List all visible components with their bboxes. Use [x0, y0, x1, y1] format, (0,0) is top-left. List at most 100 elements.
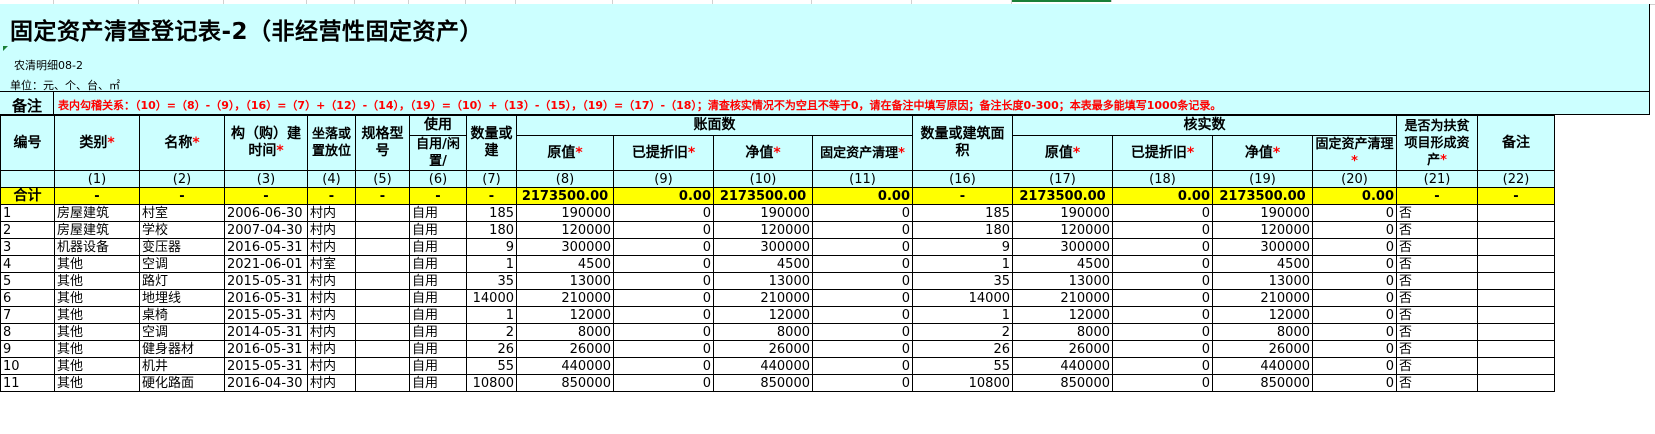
cell-remark[interactable] [1477, 204, 1555, 222]
cell-v-qty[interactable]: 185 [912, 204, 1013, 222]
cell-category[interactable]: 其他 [54, 272, 140, 290]
cell-location[interactable]: 村内 [307, 340, 356, 358]
cell-v-orig[interactable]: 13000 [1012, 272, 1113, 290]
cell-depr[interactable]: 0 [613, 289, 714, 307]
cell-location[interactable]: 村室 [307, 255, 356, 273]
cell-name[interactable]: 健身器材 [139, 340, 225, 358]
cell-id[interactable]: 8 [0, 323, 55, 341]
cell-category[interactable]: 其他 [54, 289, 140, 307]
cell-poverty[interactable]: 否 [1396, 357, 1478, 375]
cell-remark[interactable] [1477, 255, 1555, 273]
total-cell[interactable]: - [307, 187, 356, 205]
cell-qty[interactable]: 10800 [466, 374, 517, 392]
cell-location[interactable]: 村内 [307, 374, 356, 392]
cell-location[interactable]: 村内 [307, 289, 356, 307]
cell-orig[interactable]: 8000 [516, 323, 614, 341]
cell-v-qty[interactable]: 26 [912, 340, 1013, 358]
cell-category[interactable]: 其他 [54, 374, 140, 392]
cell-v-depr[interactable]: 0 [1112, 323, 1213, 341]
cell-use[interactable]: 自用 [409, 289, 467, 307]
total-cell[interactable]: - [224, 187, 308, 205]
cell-use[interactable]: 自用 [409, 306, 467, 324]
cell-poverty[interactable]: 否 [1396, 306, 1478, 324]
cell-v-orig[interactable]: 300000 [1012, 238, 1113, 256]
cell-v-net[interactable]: 8000 [1212, 323, 1313, 341]
cell-location[interactable]: 村内 [307, 306, 356, 324]
cell-orig[interactable]: 13000 [516, 272, 614, 290]
cell-v-depr[interactable]: 0 [1112, 289, 1213, 307]
cell-use[interactable]: 自用 [409, 238, 467, 256]
cell-v-orig[interactable]: 190000 [1012, 204, 1113, 222]
cell-location[interactable]: 村内 [307, 357, 356, 375]
cell-location[interactable]: 村内 [307, 323, 356, 341]
cell-v-clean[interactable]: 0 [1312, 374, 1397, 392]
cell-qty[interactable]: 185 [466, 204, 517, 222]
total-clean[interactable]: 0.00 [812, 187, 913, 205]
total-cell[interactable]: - [912, 187, 1013, 205]
cell-v-clean[interactable]: 0 [1312, 204, 1397, 222]
cell-v-clean[interactable]: 0 [1312, 357, 1397, 375]
cell-v-net[interactable]: 210000 [1212, 289, 1313, 307]
total-cell[interactable]: - [54, 187, 140, 205]
cell-category[interactable]: 机器设备 [54, 238, 140, 256]
cell-net[interactable]: 300000 [713, 238, 813, 256]
cell-build-time[interactable]: 2016-05-31 [224, 238, 308, 256]
cell-v-depr[interactable]: 0 [1112, 374, 1213, 392]
cell-use[interactable]: 自用 [409, 340, 467, 358]
cell-spec[interactable] [355, 272, 410, 290]
cell-v-net[interactable]: 190000 [1212, 204, 1313, 222]
cell-category[interactable]: 其他 [54, 357, 140, 375]
cell-net[interactable]: 850000 [713, 374, 813, 392]
cell-v-orig[interactable]: 210000 [1012, 289, 1113, 307]
cell-depr[interactable]: 0 [613, 323, 714, 341]
cell-name[interactable]: 空调 [139, 323, 225, 341]
cell-orig[interactable]: 440000 [516, 357, 614, 375]
cell-net[interactable]: 440000 [713, 357, 813, 375]
cell-remark[interactable] [1477, 221, 1555, 239]
total-v-depr[interactable]: 0.00 [1112, 187, 1213, 205]
cell-remark[interactable] [1477, 272, 1555, 290]
cell-id[interactable]: 4 [0, 255, 55, 273]
cell-v-clean[interactable]: 0 [1312, 255, 1397, 273]
cell-v-orig[interactable]: 8000 [1012, 323, 1113, 341]
cell-id[interactable]: 7 [0, 306, 55, 324]
cell-net[interactable]: 190000 [713, 204, 813, 222]
cell-use[interactable]: 自用 [409, 221, 467, 239]
cell-v-net[interactable]: 13000 [1212, 272, 1313, 290]
cell-depr[interactable]: 0 [613, 221, 714, 239]
cell-depr[interactable]: 0 [613, 374, 714, 392]
cell-v-qty[interactable]: 180 [912, 221, 1013, 239]
cell-build-time[interactable]: 2006-06-30 [224, 204, 308, 222]
cell-v-qty[interactable]: 10800 [912, 374, 1013, 392]
cell-net[interactable]: 12000 [713, 306, 813, 324]
cell-category[interactable]: 其他 [54, 255, 140, 273]
cell-orig[interactable]: 120000 [516, 221, 614, 239]
cell-depr[interactable]: 0 [613, 255, 714, 273]
cell-v-qty[interactable]: 55 [912, 357, 1013, 375]
cell-v-clean[interactable]: 0 [1312, 289, 1397, 307]
cell-net[interactable]: 4500 [713, 255, 813, 273]
cell-category[interactable]: 房屋建筑 [54, 204, 140, 222]
cell-v-depr[interactable]: 0 [1112, 204, 1213, 222]
cell-remark[interactable] [1477, 306, 1555, 324]
cell-v-qty[interactable]: 1 [912, 255, 1013, 273]
cell-net[interactable]: 26000 [713, 340, 813, 358]
cell-orig[interactable]: 4500 [516, 255, 614, 273]
cell-name[interactable]: 地埋线 [139, 289, 225, 307]
cell-poverty[interactable]: 否 [1396, 221, 1478, 239]
cell-v-depr[interactable]: 0 [1112, 255, 1213, 273]
cell-poverty[interactable]: 否 [1396, 323, 1478, 341]
cell-name[interactable]: 机井 [139, 357, 225, 375]
cell-v-clean[interactable]: 0 [1312, 306, 1397, 324]
cell-spec[interactable] [355, 255, 410, 273]
total-v-net[interactable]: 2173500.00 [1212, 187, 1313, 205]
cell-id[interactable]: 10 [0, 357, 55, 375]
cell-category[interactable]: 其他 [54, 323, 140, 341]
cell-v-qty[interactable]: 35 [912, 272, 1013, 290]
cell-qty[interactable]: 55 [466, 357, 517, 375]
cell-v-net[interactable]: 4500 [1212, 255, 1313, 273]
cell-v-depr[interactable]: 0 [1112, 306, 1213, 324]
cell-v-net[interactable]: 300000 [1212, 238, 1313, 256]
cell-id[interactable]: 5 [0, 272, 55, 290]
cell-build-time[interactable]: 2016-04-30 [224, 374, 308, 392]
